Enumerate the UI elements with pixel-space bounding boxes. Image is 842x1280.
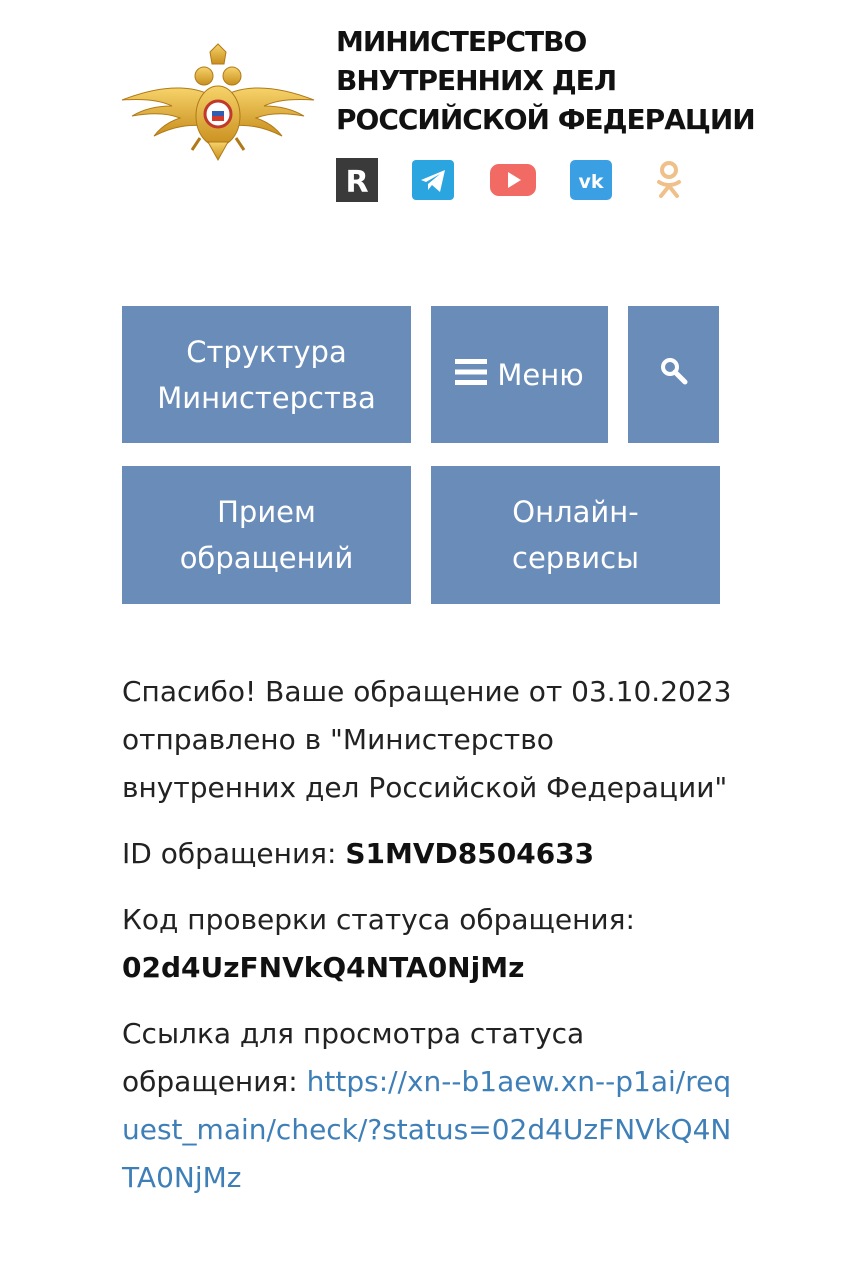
reception-button-label-1: Прием [217,495,316,529]
search-button[interactable] [628,306,719,443]
menu-button-label: Меню [497,357,584,392]
hamburger-icon [455,352,488,398]
youtube-icon[interactable] [490,158,536,202]
thanks-message: Спасибо! Ваше обращение от 03.10.2023 от… [122,675,732,804]
double-headed-eagle-emblem-icon[interactable] [120,42,316,162]
svg-text:vk: vk [578,171,603,193]
status-code-label: Код проверки статуса обращения: [122,903,635,936]
menu-button[interactable]: Меню [431,306,608,443]
ministry-title-line-2: ВНУТРЕННИХ ДЕЛ [336,64,617,97]
svg-text:R: R [345,165,368,200]
ministry-title-line-1: МИНИСТЕРСТВО [336,25,587,58]
site-header: МИНИСТЕРСТВО ВНУТРЕННИХ ДЕЛ РОССИЙСКОЙ Ф… [0,0,842,240]
structure-button-label-1: Структура [186,334,347,369]
appeal-confirmation: Спасибо! Ваше обращение от 03.10.2023 от… [122,668,732,1220]
status-code-row: Код проверки статуса обращения: 02d4UzFN… [122,896,732,992]
ministry-title-line-3: РОССИЙСКОЙ ФЕДЕРАЦИИ [336,103,756,136]
search-icon [660,352,688,398]
telegram-icon[interactable] [412,158,454,202]
vk-icon[interactable]: vk [570,158,612,202]
ministry-title[interactable]: МИНИСТЕРСТВО ВНУТРЕННИХ ДЕЛ РОССИЙСКОЙ Ф… [336,22,816,139]
appeal-id-label: ID обращения: [122,837,346,870]
online-services-button[interactable]: Онлайн- сервисы [431,466,720,604]
appeal-id-value: S1MVD8504633 [345,837,595,870]
structure-ministry-button[interactable]: Структура Министерства [122,306,411,443]
odnoklassniki-icon[interactable] [652,158,686,202]
structure-button-label-2: Министерства [157,380,376,415]
appeal-id-row: ID обращения: S1MVD8504633 [122,830,732,878]
reception-button-label-2: обращений [179,541,354,575]
status-code-value: 02d4UzFNVkQ4NTA0NjMz [122,951,525,984]
online-button-label-1: Онлайн- [512,495,639,529]
status-link-row: Ссылка для просмотра статуса обращения: … [122,1010,732,1202]
online-button-label-2: сервисы [512,541,639,575]
appeal-reception-button[interactable]: Прием обращений [122,466,411,604]
rutube-icon[interactable]: R [336,158,378,202]
